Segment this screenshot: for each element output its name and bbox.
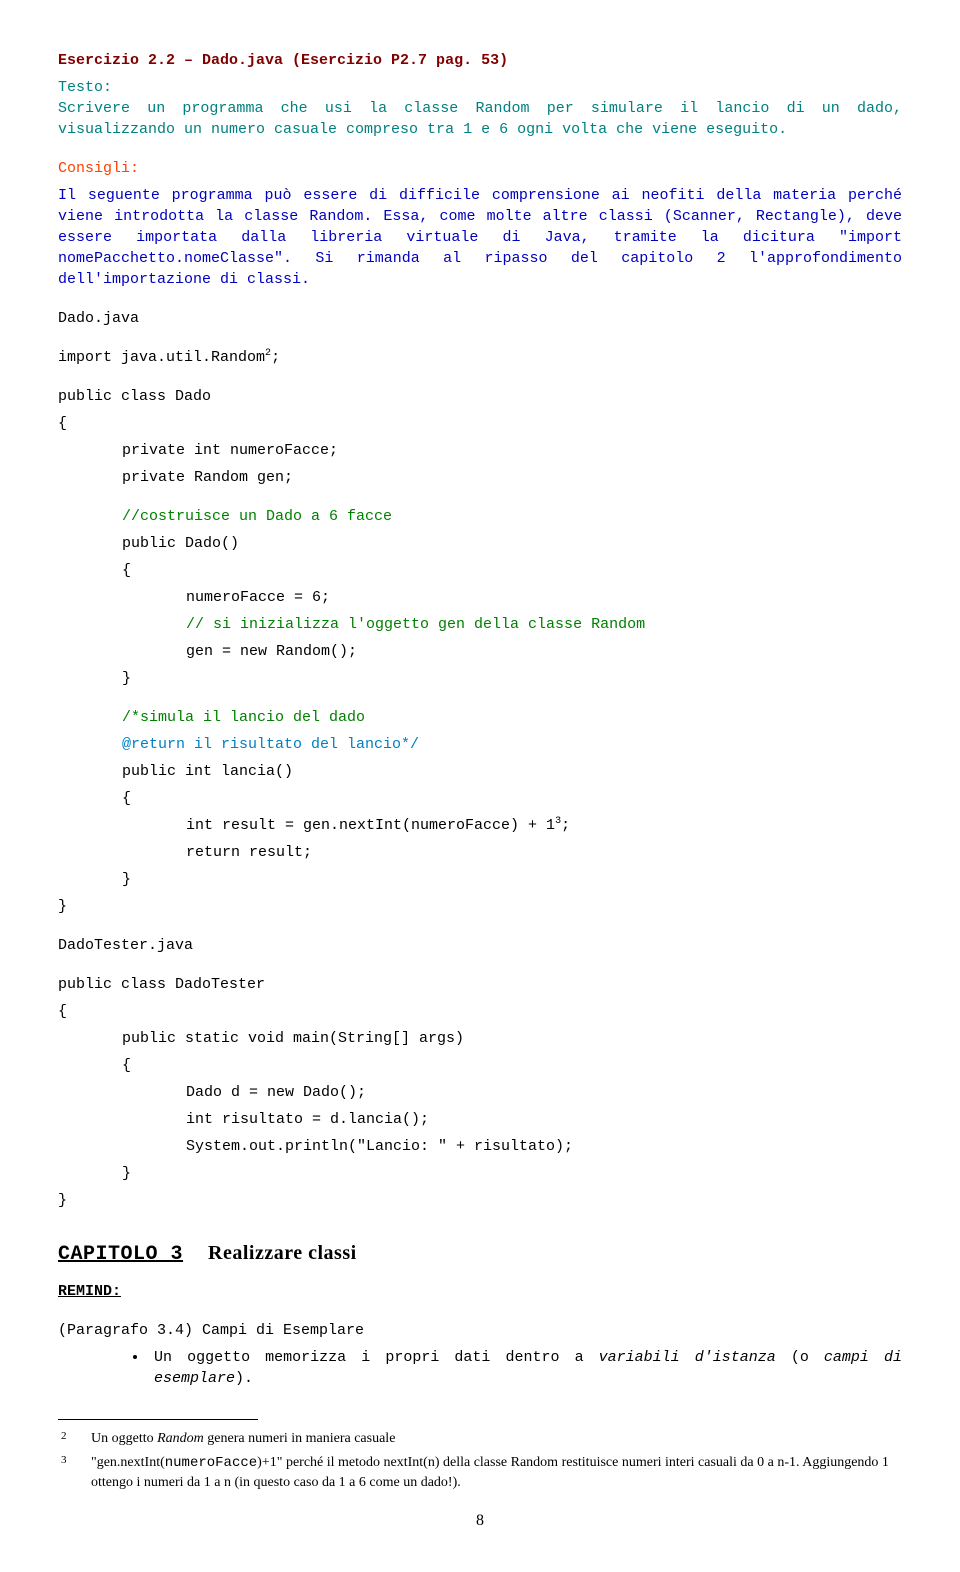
code-line: Dado d = new Dado(); bbox=[58, 1082, 902, 1103]
footnote-text: Un oggetto Random genera numeri in manie… bbox=[90, 1428, 900, 1450]
code-line: numeroFacce = 6; bbox=[58, 587, 902, 608]
testo-body: Scrivere un programma che usi la classe … bbox=[58, 100, 902, 138]
footnote-text: "gen.nextInt(numeroFacce)+1" perché il m… bbox=[90, 1452, 900, 1494]
code-line: int result = gen.nextInt(numeroFacce) + … bbox=[58, 815, 902, 836]
consigli-body: Il seguente programma può essere di diff… bbox=[58, 185, 902, 290]
page-number: 8 bbox=[58, 1510, 902, 1532]
code-line: import java.util.Random2; bbox=[58, 347, 902, 368]
code-line: System.out.println("Lancio: " + risultat… bbox=[58, 1136, 902, 1157]
footnote-num: 3 bbox=[60, 1452, 88, 1494]
code-line: public class DadoTester bbox=[58, 974, 902, 995]
code-line: { bbox=[58, 1055, 902, 1076]
code-line: { bbox=[58, 1001, 902, 1022]
exercise-title: Esercizio 2.2 – Dado.java (Esercizio P2.… bbox=[58, 52, 508, 69]
consigli-label: Consigli: bbox=[58, 158, 902, 179]
code-line: } bbox=[58, 869, 902, 890]
code-line: return result; bbox=[58, 842, 902, 863]
code-line: { bbox=[58, 560, 902, 581]
paragraph-ref: (Paragrafo 3.4) Campi di Esemplare bbox=[58, 1320, 902, 1341]
testo-label: Testo: bbox=[58, 79, 112, 96]
code-line: private Random gen; bbox=[58, 467, 902, 488]
remind-label: REMIND: bbox=[58, 1281, 902, 1302]
footnote-separator bbox=[58, 1419, 258, 1420]
code-line: public class Dado bbox=[58, 386, 902, 407]
testo-block: Testo: Scrivere un programma che usi la … bbox=[58, 77, 902, 140]
file-name-dado: Dado.java bbox=[58, 308, 902, 329]
code-line: { bbox=[58, 413, 902, 434]
code-line: } bbox=[58, 896, 902, 917]
footnotes: 2 Un oggetto Random genera numeri in man… bbox=[58, 1426, 902, 1496]
code-comment: /*simula il lancio del dado bbox=[58, 707, 902, 728]
code-line: } bbox=[58, 668, 902, 689]
chapter-title: CAPITOLO 3 Realizzare classi bbox=[58, 1239, 902, 1269]
footnote-row: 3 "gen.nextInt(numeroFacce)+1" perché il… bbox=[60, 1452, 900, 1494]
code-line: } bbox=[58, 1190, 902, 1211]
list-item: Un oggetto memorizza i propri dati dentr… bbox=[148, 1347, 902, 1389]
code-comment: //costruisce un Dado a 6 facce bbox=[58, 506, 902, 527]
code-line: int risultato = d.lancia(); bbox=[58, 1109, 902, 1130]
code-line: } bbox=[58, 1163, 902, 1184]
footnote-num: 2 bbox=[60, 1428, 88, 1450]
code-line: public int lancia() bbox=[58, 761, 902, 782]
code-comment: @return il risultato del lancio*/ bbox=[58, 734, 902, 755]
code-line: private int numeroFacce; bbox=[58, 440, 902, 461]
code-comment: // si inizializza l'oggetto gen della cl… bbox=[58, 614, 902, 635]
code-line: { bbox=[58, 788, 902, 809]
file-name-dadotester: DadoTester.java bbox=[58, 935, 902, 956]
code-line: gen = new Random(); bbox=[58, 641, 902, 662]
code-line: public Dado() bbox=[58, 533, 902, 554]
footnote-row: 2 Un oggetto Random genera numeri in man… bbox=[60, 1428, 900, 1450]
code-line: public static void main(String[] args) bbox=[58, 1028, 902, 1049]
bullet-list: Un oggetto memorizza i propri dati dentr… bbox=[58, 1347, 902, 1389]
